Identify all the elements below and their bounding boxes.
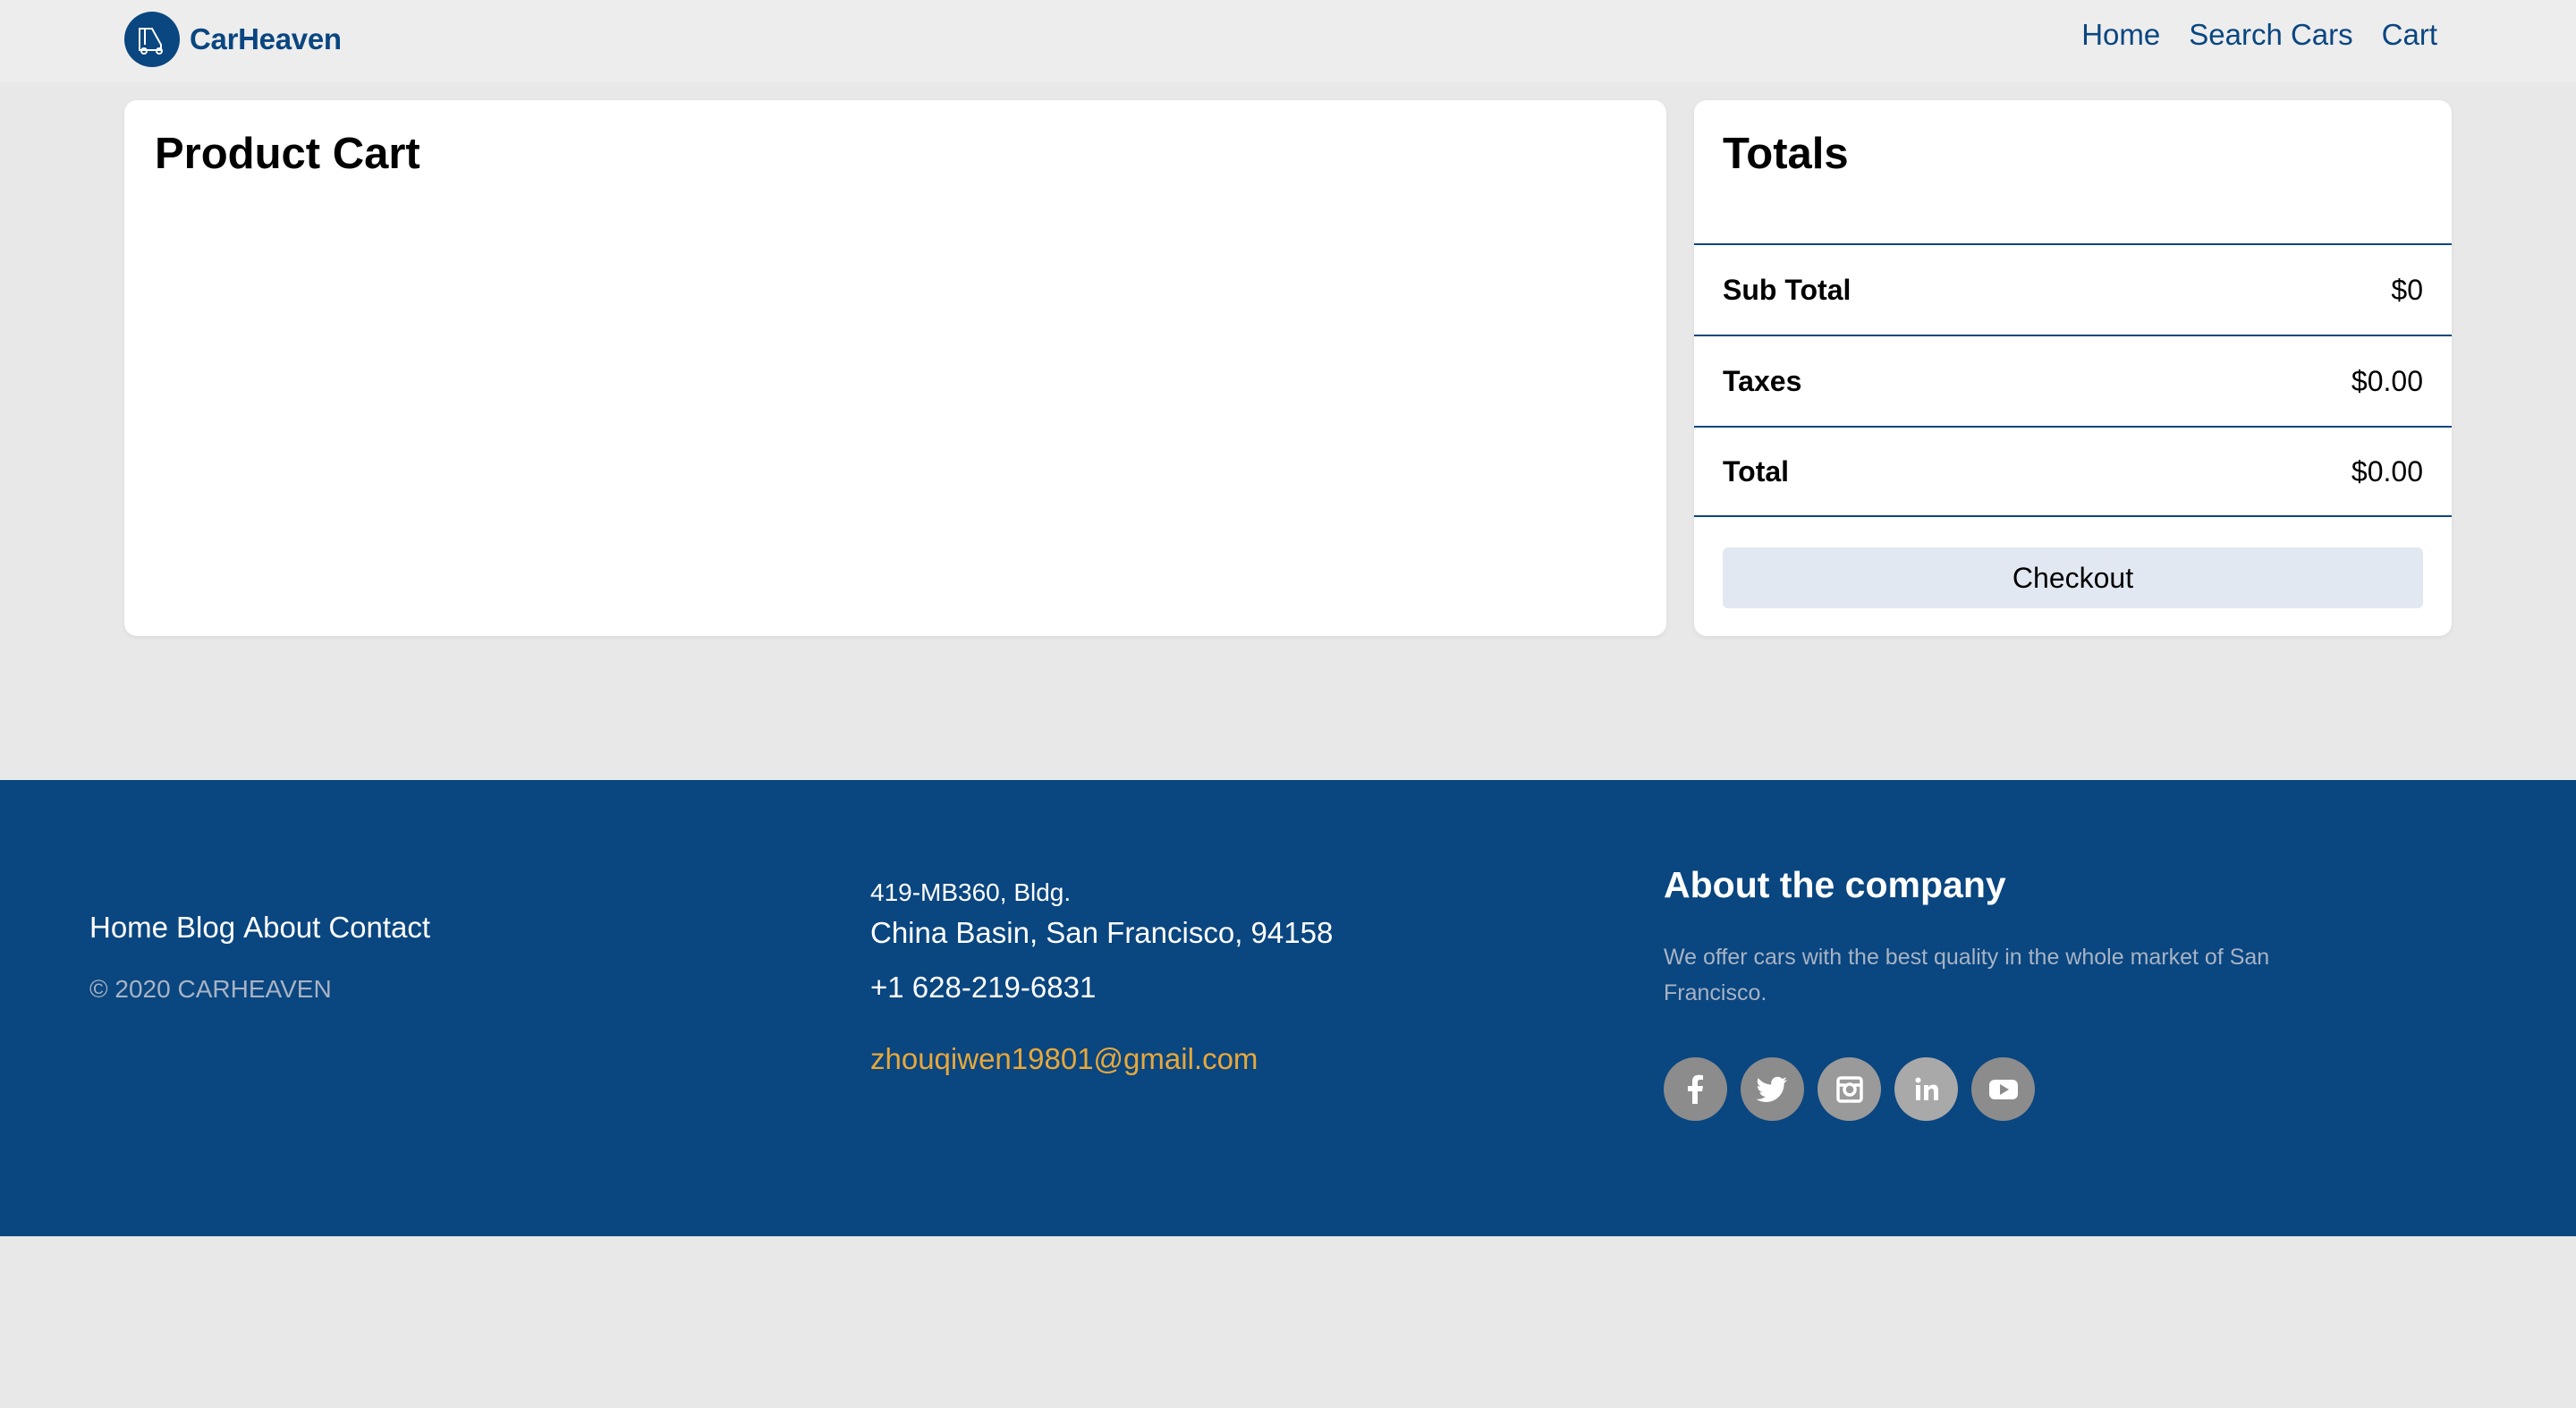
nav-link-search-cars[interactable]: Search Cars — [2189, 18, 2352, 52]
top-navbar: CarHeaven Home Search Cars Cart — [0, 0, 2576, 82]
totals-title: Totals — [1723, 130, 1849, 178]
total-label: Total — [1723, 454, 1790, 488]
address-line-1: 419-MB360, Bldg. — [870, 878, 1072, 906]
phone-number: +1 628-219-6831 — [870, 971, 1097, 1004]
product-cart-panel: Product Cart — [124, 100, 1666, 636]
about-title: About the company — [1664, 864, 2006, 905]
subtotal-label: Sub Total — [1723, 273, 1852, 306]
subtotal-row: Sub Total $0 — [1694, 243, 2452, 335]
subtotal-value: $0 — [2391, 273, 2423, 306]
taxes-row: Taxes $0.00 — [1694, 335, 2452, 426]
copyright: © 2020 CARHEAVEN — [89, 975, 332, 1003]
taxes-value: $0.00 — [2351, 364, 2423, 397]
instagram-icon[interactable] — [1818, 1057, 1881, 1121]
footer-link-about[interactable]: About — [243, 911, 320, 945]
nav-link-home[interactable]: Home — [2081, 18, 2160, 52]
totals-table: Sub Total $0 Taxes $0.00 Total $0.00 — [1694, 243, 2452, 517]
main-nav: Home Search Cars Cart — [2081, 18, 2437, 52]
brand-name: CarHeaven — [190, 22, 342, 55]
totals-panel: Totals Sub Total $0 Taxes $0.00 Total $0… — [1694, 100, 2452, 636]
footer-link-contact[interactable]: Contact — [328, 911, 430, 945]
brand[interactable]: CarHeaven — [124, 12, 342, 67]
linkedin-icon[interactable] — [1894, 1057, 1958, 1121]
checkout-button[interactable]: Checkout — [1723, 547, 2423, 608]
youtube-icon[interactable] — [1971, 1057, 2035, 1121]
twitter-icon[interactable] — [1741, 1057, 1804, 1121]
total-value: $0.00 — [2351, 454, 2423, 488]
about-text: We offer cars with the best quality in t… — [1664, 945, 2270, 1005]
taxes-label: Taxes — [1723, 364, 1802, 397]
facebook-icon[interactable] — [1664, 1057, 1727, 1121]
footer: Home Blog About Contact © 2020 CARHEAVEN… — [0, 780, 2576, 1236]
social-links — [1664, 1057, 2035, 1121]
footer-link-home[interactable]: Home — [89, 911, 168, 945]
total-row: Total $0.00 — [1694, 426, 2452, 517]
footer-link-blog[interactable]: Blog — [176, 911, 235, 945]
footer-links: Home Blog About Contact — [89, 911, 430, 945]
address-line-2: China Basin, San Francisco, 94158 — [870, 916, 1334, 949]
product-cart-title: Product Cart — [155, 130, 420, 178]
nav-link-cart[interactable]: Cart — [2382, 18, 2437, 52]
car-logo-icon — [124, 12, 180, 67]
email-link[interactable]: zhouqiwen19801@gmail.com — [870, 1042, 1258, 1076]
